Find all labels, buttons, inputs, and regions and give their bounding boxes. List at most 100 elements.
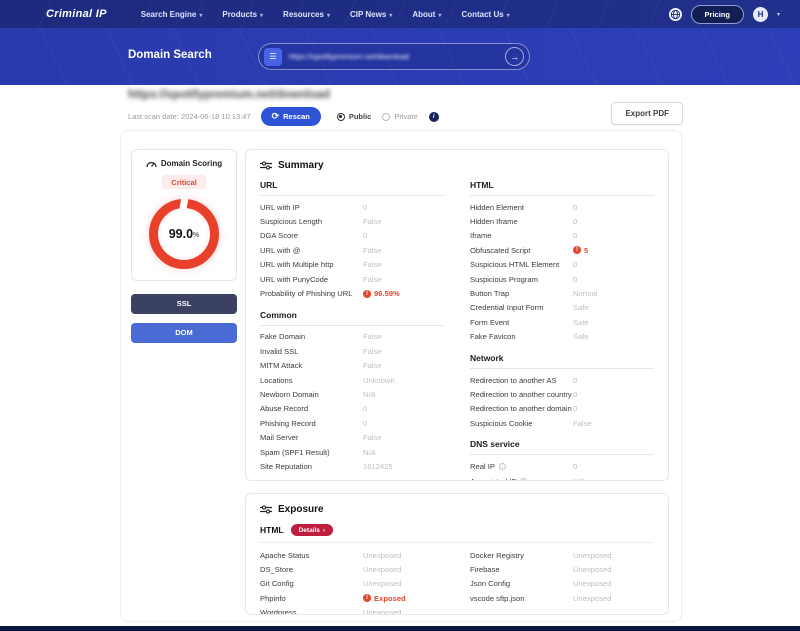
footer-top-edge: [0, 626, 800, 631]
row-label: Invalid SSL: [260, 347, 363, 356]
row-label: Redirection to another domain: [470, 404, 573, 413]
row-label: Hidden Iframe: [470, 217, 573, 226]
data-row: URL with Multiple httpFalse: [260, 258, 444, 272]
data-row: URL with IP0: [260, 200, 444, 214]
ssl-button[interactable]: SSL: [131, 294, 237, 314]
row-label: Docker Registry: [470, 551, 573, 560]
domain-search-hero: Domain Search ☰ https://spotifypremium.n…: [0, 28, 800, 85]
row-value: Unexposed: [363, 551, 444, 560]
data-row: Suspicious Program0: [470, 272, 654, 286]
alert-icon: !: [363, 594, 371, 602]
rescan-button[interactable]: ⟳ Rescan: [261, 107, 321, 126]
data-row: Button TrapNormal: [470, 286, 654, 300]
data-row: Hidden Element0: [470, 200, 654, 214]
data-row: Spam (SPF1 Result)N/A: [260, 445, 444, 459]
row-label: Form Event: [470, 318, 573, 327]
row-label: Iframe: [470, 231, 573, 240]
scoring-title: Domain Scoring: [161, 159, 222, 168]
user-avatar[interactable]: H: [753, 7, 768, 22]
details-label: Details: [299, 527, 320, 534]
info-icon[interactable]: i: [429, 112, 439, 122]
exposure-col-0: Apache StatusUnexposedDS_StoreUnexposedG…: [260, 548, 444, 615]
row-value: False: [363, 361, 444, 370]
row-value: 0: [363, 419, 444, 428]
row-value: False: [573, 419, 654, 428]
row-label: Suspicious Program: [470, 275, 573, 284]
row-label: Fake Favicon: [470, 332, 573, 341]
score-donut: 99.0 %: [149, 199, 219, 269]
language-globe-icon[interactable]: [669, 8, 682, 21]
row-value: 0: [573, 203, 654, 212]
public-radio[interactable]: Public: [337, 112, 372, 121]
page: Criminal IP Search Engine▾ Products▾ Resou…: [0, 0, 800, 631]
row-label: Wordpress: [260, 608, 363, 615]
row-value: !96.59%: [363, 289, 444, 298]
search-submit-arrow-icon[interactable]: →: [505, 47, 524, 66]
row-label: DS_Store: [260, 565, 363, 574]
row-value: Unexposed: [363, 565, 444, 574]
nav-item-products[interactable]: Products▾: [222, 10, 263, 19]
row-value: 0: [573, 275, 654, 284]
scoring-header: Domain Scoring: [138, 159, 230, 168]
exposure-columns: Apache StatusUnexposedDS_StoreUnexposedG…: [260, 548, 654, 615]
radio-dot: [382, 113, 390, 121]
info-icon: i: [499, 463, 506, 470]
data-row: Phishing Record0: [260, 416, 444, 430]
search-type-icon[interactable]: ☰: [264, 48, 282, 66]
data-row: Site Reputation1612425: [260, 459, 444, 473]
nav-item-about[interactable]: About▾: [412, 10, 441, 19]
row-label: vscode sftp.json: [470, 594, 573, 603]
row-label: Phishing Record: [260, 419, 363, 428]
pricing-button[interactable]: Pricing: [691, 5, 744, 24]
criminal-ip-logo[interactable]: Criminal IP: [46, 8, 107, 20]
row-value: N/A: [363, 390, 444, 399]
row-value: Safe: [573, 303, 654, 312]
row-label: Redirection to another country: [470, 390, 573, 399]
visibility-radio-group: Public Private i: [337, 112, 439, 122]
section-title: DNS service: [470, 430, 654, 455]
data-row: Suspicious LengthFalse: [260, 214, 444, 228]
nav-item-resources[interactable]: Resources▾: [283, 10, 330, 19]
row-label: Redirection to another AS: [470, 376, 573, 385]
top-navigation-bar: Criminal IP Search Engine▾ Products▾ Resou…: [0, 0, 800, 28]
search-input[interactable]: https://spotifypremium.net/download: [289, 52, 505, 61]
nav-item-search-engine[interactable]: Search Engine▾: [141, 10, 203, 19]
section-title: Common: [260, 301, 444, 326]
data-row: Fake DomainFalse: [260, 330, 444, 344]
data-row: WordpressUnexposed: [260, 606, 444, 615]
data-row: Redirection to another domain0: [470, 402, 654, 416]
section-title: Network: [470, 344, 654, 369]
chevron-down-icon: ▾: [260, 13, 263, 19]
row-label: URL with PunyCode: [260, 275, 363, 284]
row-value: 0: [363, 231, 444, 240]
details-button[interactable]: Details ›: [291, 524, 334, 536]
private-radio-label: Private: [394, 112, 417, 121]
refresh-icon: ⟳: [272, 112, 280, 121]
row-label: Git Config: [260, 579, 363, 588]
row-value: False: [363, 217, 444, 226]
nav-menu: Search Engine▾ Products▾ Resources▾ CIP New…: [141, 10, 510, 19]
data-row: Apache StatusUnexposed: [260, 548, 444, 562]
row-value: Safe: [573, 332, 654, 341]
row-label: Fake Domain: [260, 332, 363, 341]
nav-item-contact-us[interactable]: Contact Us▾: [461, 10, 509, 19]
summary-columns: URLURL with IP0Suspicious LengthFalseDGA…: [260, 177, 654, 481]
exposure-group-row: HTML Details ›: [260, 524, 654, 543]
row-label: URL with Multiple http: [260, 260, 363, 269]
export-pdf-button[interactable]: Export PDF: [611, 102, 683, 125]
row-label: Firebase: [470, 565, 573, 574]
exposure-group-label: HTML: [260, 525, 284, 535]
row-value: 0: [363, 203, 444, 212]
data-row: Invalid SSLFalse: [260, 344, 444, 358]
chevron-down-icon[interactable]: ▾: [777, 11, 780, 18]
data-row: LocationsUnknown: [260, 373, 444, 387]
private-radio[interactable]: Private: [382, 112, 417, 121]
row-value: 0: [573, 390, 654, 399]
domain-search-bar[interactable]: ☰ https://spotifypremium.net/download →: [258, 43, 530, 70]
score-number: 99.0: [169, 227, 193, 241]
row-label: Probability of Phishing URL: [260, 289, 363, 298]
nav-item-cip-news[interactable]: CIP News▾: [350, 10, 392, 19]
scanned-url-title: https://spotifypremium.net/download: [128, 89, 330, 101]
data-row: Newborn DomainN/A: [260, 387, 444, 401]
dom-button[interactable]: DOM: [131, 323, 237, 343]
